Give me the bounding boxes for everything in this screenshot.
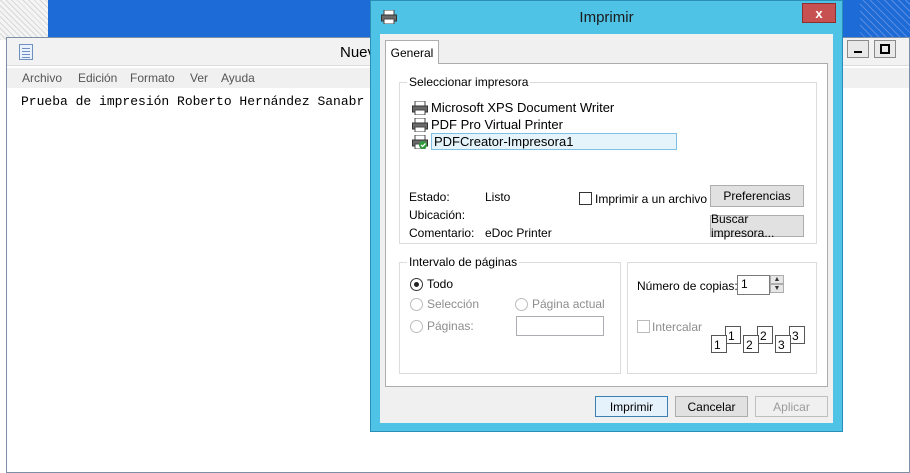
collate-checkbox[interactable] [637, 320, 650, 333]
print-dialog: Imprimir x General Seleccionar impresora… [370, 0, 843, 432]
select-printer-label: Seleccionar impresora [407, 75, 531, 89]
tab-general[interactable]: General [385, 40, 439, 64]
printer-name: Microsoft XPS Document Writer [431, 100, 615, 115]
general-tab-panel: Seleccionar impresora Microsoft XPS Docu… [385, 63, 828, 387]
printer-icon [412, 117, 428, 132]
notepad-text-area[interactable]: Prueba de impresión Roberto Hernández Sa… [21, 94, 364, 109]
range-all-label[interactable]: Todo [427, 277, 453, 291]
maximize-button[interactable] [874, 40, 896, 58]
range-pages-label[interactable]: Páginas: [427, 319, 474, 333]
status-label: Estado: [409, 190, 450, 204]
range-pages-radio[interactable] [410, 320, 423, 333]
menu-ayuda[interactable]: Ayuda [221, 71, 255, 85]
range-selection-radio[interactable] [410, 298, 423, 311]
printer-item-xps[interactable]: Microsoft XPS Document Writer [412, 99, 614, 116]
chevron-up-icon: ▲ [773, 276, 781, 283]
menu-edicion[interactable]: Edición [78, 71, 117, 85]
close-icon: x [815, 5, 823, 21]
printer-name: PDF Pro Virtual Printer [431, 117, 563, 132]
printer-item-pdfpro[interactable]: PDF Pro Virtual Printer [412, 116, 563, 133]
print-to-file-label[interactable]: Imprimir a un archivo [595, 192, 707, 206]
print-button[interactable]: Imprimir [595, 396, 668, 417]
comment-value: eDoc Printer [485, 226, 552, 240]
apply-button[interactable]: Aplicar [755, 396, 828, 417]
page-range-label: Intervalo de páginas [407, 255, 520, 269]
dialog-body: General Seleccionar impresora Microsoft … [380, 34, 833, 423]
pages-input[interactable] [516, 316, 604, 336]
minimize-button[interactable] [847, 40, 869, 58]
preferences-button[interactable]: Preferencias [710, 185, 804, 207]
menu-formato[interactable]: Formato [130, 71, 175, 85]
menu-ver[interactable]: Ver [190, 71, 208, 85]
select-printer-group: Seleccionar impresora Microsoft XPS Docu… [399, 75, 817, 244]
copies-group: Número de copias: 1 ▲ ▼ Intercalar 1 1 2… [627, 262, 817, 374]
desktop-pattern-left [0, 0, 48, 40]
range-current-page-label[interactable]: Página actual [532, 297, 605, 311]
print-to-file-checkbox[interactable] [579, 192, 592, 205]
chevron-down-icon: ▼ [773, 285, 781, 292]
maximize-icon [880, 44, 890, 54]
page-range-group: Intervalo de páginas Todo Selección Pági… [399, 255, 621, 374]
default-printer-icon [412, 134, 428, 149]
cancel-button[interactable]: Cancelar [675, 396, 748, 417]
printer-name: PDFCreator-Impresora1 [431, 133, 677, 150]
menu-archivo[interactable]: Archivo [22, 71, 62, 85]
copies-input[interactable]: 1 [737, 275, 770, 295]
close-button[interactable]: x [802, 3, 836, 23]
copies-label: Número de copias: [637, 279, 738, 293]
collate-label[interactable]: Intercalar [652, 320, 702, 334]
range-all-radio[interactable] [410, 278, 423, 291]
dialog-title: Imprimir [579, 9, 634, 26]
range-selection-label[interactable]: Selección [427, 297, 479, 311]
printer-icon [412, 100, 428, 115]
copies-up-button[interactable]: ▲ [770, 275, 784, 284]
notepad-icon [19, 44, 33, 60]
copies-down-button[interactable]: ▼ [770, 284, 784, 293]
desktop-pattern-right [860, 0, 910, 40]
location-label: Ubicación: [409, 208, 466, 222]
status-value: Listo [485, 190, 511, 204]
find-printer-button[interactable]: Buscar impresora... [710, 212, 804, 240]
dialog-titlebar[interactable]: Imprimir x [371, 1, 842, 34]
minimize-icon [854, 51, 862, 53]
comment-label: Comentario: [409, 226, 475, 240]
printer-item-pdfcreator[interactable]: PDFCreator-Impresora1 [412, 133, 677, 150]
range-current-page-radio[interactable] [515, 298, 528, 311]
